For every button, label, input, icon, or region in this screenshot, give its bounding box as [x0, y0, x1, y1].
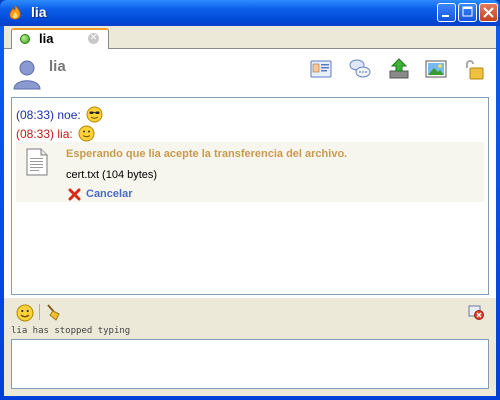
message-input[interactable] — [11, 339, 489, 389]
tab-close-icon[interactable]: ✕ — [88, 33, 99, 44]
message-sender: lia: — [57, 127, 73, 141]
flame-icon — [9, 4, 21, 20]
cancel-transfer-link[interactable]: Cancelar — [86, 188, 132, 200]
chat-window: lia lia ✕ lia (08:33) noe: (08:33) lia: … — [0, 0, 500, 400]
maximize-button[interactable] — [458, 3, 477, 22]
contact-name: lia — [49, 58, 66, 75]
contact-header: lia — [4, 49, 496, 95]
close-button[interactable] — [479, 3, 498, 22]
transfer-status: Esperando que lia acepte la transferenci… — [66, 148, 348, 160]
message-noe: (08:33) noe: — [16, 106, 103, 123]
broom-icon[interactable] — [45, 303, 63, 321]
cancel-icon[interactable] — [68, 188, 81, 201]
file-transfer-card: Esperando que lia acepte la transferenci… — [16, 142, 484, 202]
text-file-icon — [26, 148, 48, 176]
message-time: (08:33) — [16, 108, 55, 122]
conversation-panel: lia (08:33) noe: (08:33) lia: Esperando … — [4, 49, 496, 396]
compose-area: lia has stopped typing — [4, 298, 496, 396]
clear-history-icon[interactable] — [468, 304, 484, 320]
message-sender: noe: — [57, 108, 81, 122]
typing-status: lia has stopped typing — [11, 326, 131, 336]
cool-smiley-icon — [86, 106, 103, 123]
window-client: lia ✕ lia (08:33) noe: (08:33) lia: Espe… — [4, 26, 496, 396]
tab-bar: lia ✕ — [4, 26, 496, 49]
tab-label: lia — [39, 31, 54, 46]
minimize-icon — [442, 15, 449, 17]
message-lia: (08:33) lia: — [16, 125, 95, 142]
online-status-icon — [20, 34, 30, 44]
title-bar[interactable]: lia — [0, 0, 500, 26]
minimize-button[interactable] — [437, 3, 456, 22]
tab-conversation[interactable]: lia ✕ — [11, 28, 109, 49]
message-time: (08:33) — [16, 127, 55, 141]
chat-bubbles-icon[interactable] — [348, 57, 372, 81]
lock-icon[interactable] — [462, 57, 486, 81]
contact-card-icon[interactable] — [309, 57, 333, 81]
toolbar-divider — [39, 304, 40, 320]
window-title: lia — [31, 4, 47, 20]
send-file-icon[interactable] — [387, 57, 411, 81]
avatar — [10, 56, 44, 90]
emoticon-picker-icon[interactable] — [16, 304, 34, 322]
image-icon[interactable] — [424, 57, 448, 81]
close-icon — [483, 7, 494, 18]
maximize-icon — [462, 6, 473, 17]
smiley-icon — [78, 125, 95, 142]
transfer-filename: cert.txt (104 bytes) — [66, 169, 158, 181]
chat-history[interactable]: (08:33) noe: (08:33) lia: Esperando que … — [11, 97, 489, 295]
